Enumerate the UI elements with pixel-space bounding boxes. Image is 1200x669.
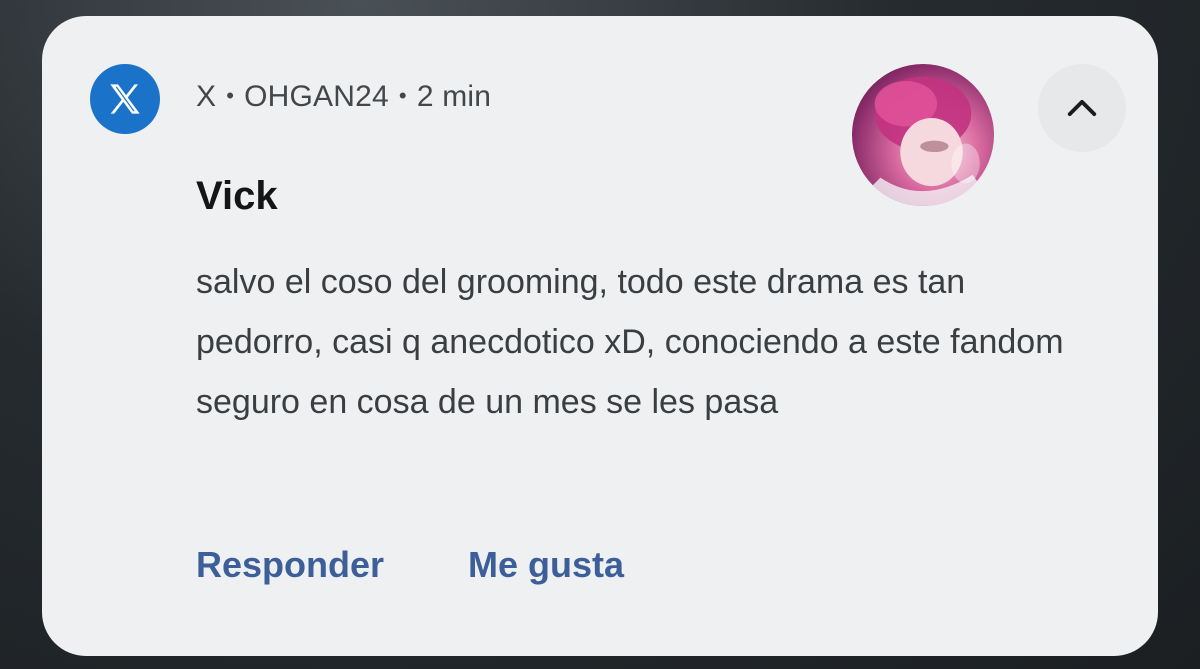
avatar — [852, 64, 994, 206]
separator-dot: • — [226, 83, 235, 108]
message-text: salvo el coso del grooming, todo este dr… — [196, 263, 1064, 421]
collapse-button[interactable] — [1038, 64, 1126, 152]
timestamp: 2 min — [416, 80, 492, 113]
notification-actions: Responder Me gusta — [196, 544, 624, 586]
notification-header: X • OHGAN24 • 2 min — [196, 80, 491, 114]
separator-dot: • — [398, 83, 407, 108]
notification-card[interactable]: X • OHGAN24 • 2 min Vick salvo el coso del g… — [42, 16, 1158, 656]
like-button[interactable]: Me gusta — [468, 544, 624, 586]
sender-name: Vick — [196, 174, 278, 218]
account-name: OHGAN24 — [244, 80, 389, 113]
reply-button[interactable]: Responder — [196, 544, 384, 586]
app-name: X — [196, 80, 217, 113]
chevron-up-icon — [1067, 99, 1097, 117]
x-logo-icon — [90, 64, 160, 134]
